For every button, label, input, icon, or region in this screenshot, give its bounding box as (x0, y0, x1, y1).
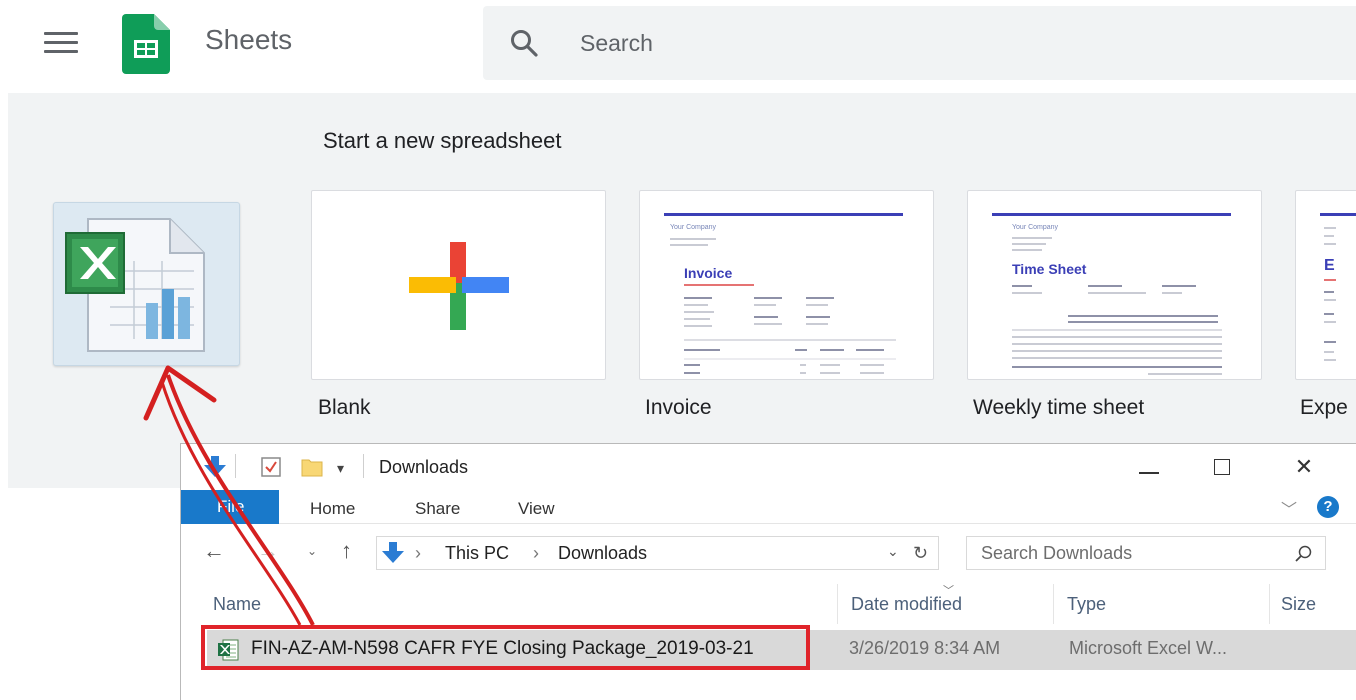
column-header-size[interactable]: Size (1281, 594, 1316, 615)
app-title: Sheets (205, 24, 293, 55)
tab-home[interactable]: Home (310, 499, 355, 519)
search-downloads-placeholder: Search Downloads (981, 543, 1133, 563)
google-sheets-logo[interactable] (122, 14, 170, 74)
template-expense[interactable]: E (1295, 190, 1356, 380)
quick-access-dropdown-icon[interactable]: ▾ (337, 460, 344, 477)
column-header-type[interactable]: Type (1067, 594, 1106, 615)
download-arrow-icon (382, 542, 404, 563)
ribbon: File Home Share View ﹀ ? (181, 490, 1356, 524)
tab-file[interactable]: File (181, 490, 279, 524)
path-field[interactable]: › This PC › Downloads ⌄ ↻ (376, 536, 939, 570)
column-header-date-modified[interactable]: Date modified (851, 594, 962, 615)
expense-heading: E (1324, 257, 1335, 274)
file-date-modified: 3/26/2019 8:34 AM (849, 638, 1001, 658)
template-invoice[interactable]: Your Company Invoice (639, 190, 934, 380)
window-title: Downloads (379, 457, 469, 477)
path-dropdown-icon[interactable]: ⌄ (887, 543, 899, 560)
forward-arrow-icon[interactable]: → (257, 538, 279, 564)
help-icon[interactable]: ? (1317, 496, 1339, 518)
back-arrow-icon[interactable]: ← (203, 538, 225, 564)
expand-ribbon-icon[interactable]: ﹀ (1281, 496, 1297, 520)
tab-view[interactable]: View (518, 499, 555, 519)
recent-locations-icon[interactable]: ⌄ (307, 544, 317, 558)
properties-icon[interactable] (261, 457, 281, 477)
template-label-weekly-time-sheet: Weekly time sheet (973, 396, 1145, 419)
template-weekly-time-sheet[interactable]: Your Company Time Sheet (967, 190, 1262, 380)
file-type: Microsoft Excel W... (1069, 638, 1228, 658)
timesheet-company: Your Company (1012, 224, 1059, 231)
highlight-box (201, 625, 810, 670)
template-label-expense: Expe (1300, 396, 1348, 419)
plus-icon (409, 242, 509, 330)
search-input[interactable]: Search (580, 30, 653, 57)
menu-icon[interactable] (44, 32, 78, 54)
column-header-name[interactable]: Name (213, 594, 261, 615)
breadcrumb-this-pc[interactable]: This PC (445, 543, 509, 564)
up-arrow-icon[interactable]: ↑ (341, 538, 352, 564)
search-downloads-input[interactable]: Search Downloads (966, 536, 1326, 570)
tab-share[interactable]: Share (415, 499, 460, 519)
invoice-heading: Invoice (684, 265, 733, 281)
download-arrow-icon (204, 456, 226, 477)
template-blank[interactable] (311, 190, 606, 380)
minimize-icon[interactable] (1126, 450, 1172, 484)
template-label-blank: Blank (318, 396, 371, 419)
search-icon[interactable] (1295, 545, 1313, 563)
breadcrumb-downloads[interactable]: Downloads (558, 543, 647, 564)
search-bar[interactable]: Search (483, 6, 1356, 80)
address-bar: ← → ⌄ ↑ › This PC › Downloads ⌄ ↻ Search… (181, 530, 1356, 574)
maximize-icon[interactable] (1199, 450, 1245, 484)
excel-file-icon (65, 218, 205, 352)
template-label-invoice: Invoice (645, 396, 712, 419)
title-bar: ▾ Downloads ✕ (181, 444, 1356, 490)
timesheet-heading: Time Sheet (1012, 261, 1087, 277)
invoice-company: Your Company (670, 224, 717, 231)
close-icon[interactable]: ✕ (1281, 450, 1327, 484)
search-icon[interactable] (509, 28, 539, 58)
section-title: Start a new spreadsheet (323, 128, 562, 153)
dragged-excel-file[interactable] (53, 202, 240, 366)
new-folder-icon[interactable] (301, 457, 323, 477)
refresh-icon[interactable]: ↻ (913, 543, 928, 564)
